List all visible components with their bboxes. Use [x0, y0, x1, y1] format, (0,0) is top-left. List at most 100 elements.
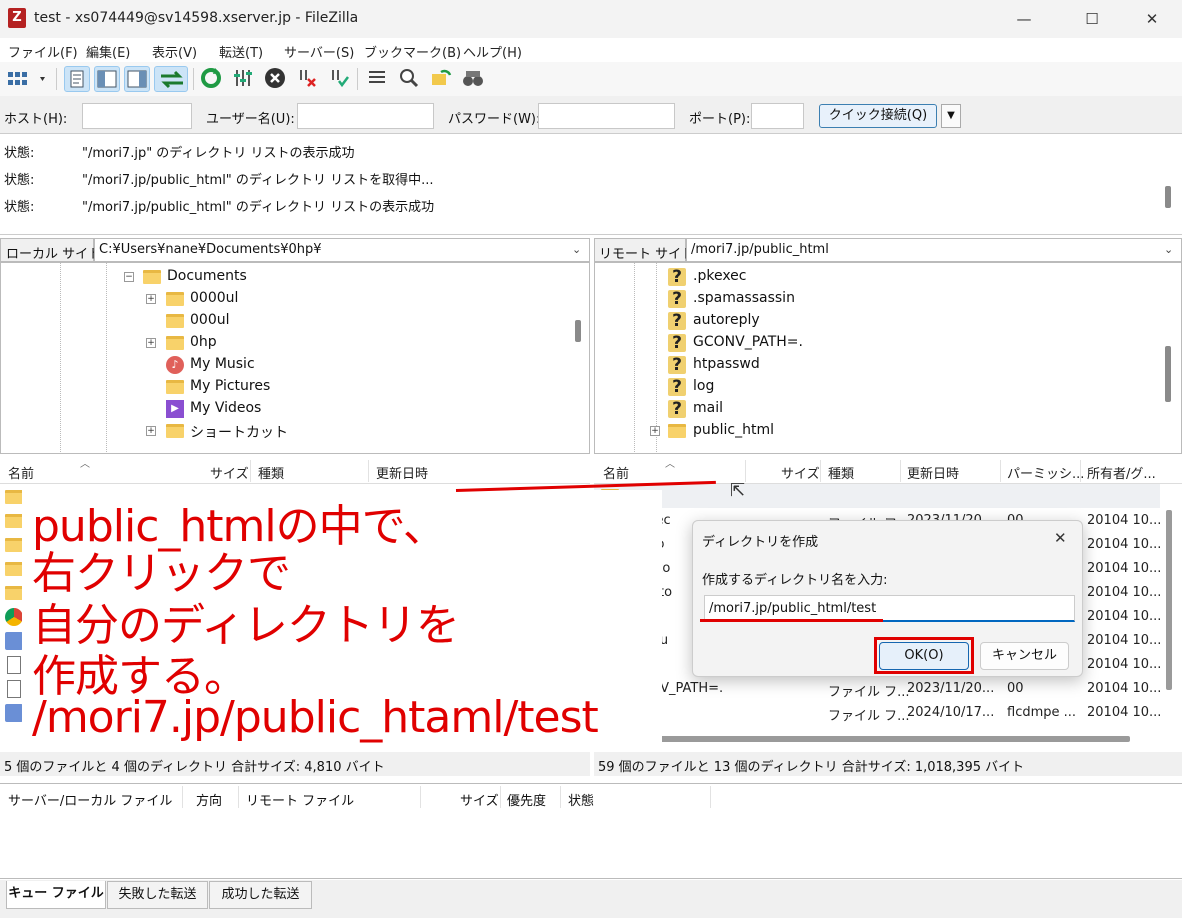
remote-file-owner: 20104 10... — [1087, 609, 1162, 624]
local-tree-item[interactable]: ショートカット — [190, 422, 288, 442]
local-tree-scrollbar[interactable] — [575, 320, 581, 342]
log-message: "/mori7.jp/public_html" のディレクトリ リストの表示成功 — [82, 200, 435, 215]
expand-icon[interactable]: + — [146, 338, 156, 348]
local-path-combobox[interactable]: C:¥Users¥nane¥Documents¥0hp¥ — [94, 238, 590, 262]
search-icon[interactable] — [460, 66, 486, 92]
remote-tree-item[interactable]: .pkexec — [693, 268, 746, 284]
text-file-icon — [7, 680, 21, 698]
transfer-queue-icon[interactable] — [154, 66, 188, 92]
remote-tree-item[interactable]: log — [693, 378, 714, 394]
column-owner[interactable]: 所有者/グ... — [1087, 463, 1156, 482]
remote-tree-item[interactable]: autoreply — [693, 312, 760, 328]
refresh-icon[interactable] — [198, 66, 224, 92]
quickconnect-dropdown-button[interactable]: ▼ — [941, 104, 961, 128]
chevron-down-icon[interactable]: ⌄ — [1164, 243, 1173, 256]
cancel-button[interactable]: キャンセル — [980, 642, 1069, 670]
remote-tree-item[interactable]: .spamassassin — [693, 290, 795, 306]
host-input[interactable] — [82, 103, 192, 129]
tab-queued-files[interactable]: キュー ファイル — [6, 881, 106, 909]
process-queue-icon[interactable] — [230, 66, 256, 92]
chevron-down-icon[interactable]: ⌄ — [572, 243, 581, 256]
chrome-file-icon — [5, 608, 23, 626]
queue-column-remote-file[interactable]: リモート ファイル — [246, 790, 354, 809]
toggle-remote-tree-icon[interactable] — [124, 66, 150, 92]
directory-name-input[interactable]: /mori7.jp/public_html/test — [704, 595, 1075, 622]
local-tree-item[interactable]: My Videos — [190, 400, 261, 416]
column-type[interactable]: 種類 — [828, 463, 854, 482]
remote-tree-scrollbar[interactable] — [1165, 346, 1171, 402]
menu-transfer[interactable]: 転送(T) — [219, 42, 263, 61]
disconnect-icon[interactable] — [294, 66, 320, 92]
expand-icon[interactable]: + — [146, 426, 156, 436]
remote-file-owner: 20104 10... — [1087, 561, 1162, 576]
tab-successful-transfers[interactable]: 成功した転送 — [209, 881, 312, 909]
menu-server[interactable]: サーバー(S) — [284, 42, 354, 61]
column-size[interactable]: サイズ — [781, 463, 820, 482]
remote-list-scrollbar[interactable] — [1166, 510, 1172, 690]
menu-file[interactable]: ファイル(F) — [8, 42, 78, 61]
column-modified[interactable]: 更新日時 — [907, 463, 959, 482]
column-permissions[interactable]: パーミッシ... — [1007, 463, 1084, 482]
annotation-line: /mori7.jp/public_htaml/test — [32, 692, 599, 743]
dialog-close-icon[interactable]: ✕ — [1054, 529, 1067, 547]
collapse-icon[interactable]: − — [124, 272, 134, 282]
port-input[interactable] — [751, 103, 804, 129]
minimize-button[interactable]: — — [1001, 0, 1047, 38]
queue-column-size[interactable]: サイズ — [460, 790, 499, 809]
remote-list-hscrollbar[interactable] — [600, 736, 1130, 742]
log-message: "/mori7.jp/public_html" のディレクトリ リストを取得中.… — [82, 173, 434, 188]
queue-column-local-file[interactable]: サーバー/ローカル ファイル — [8, 790, 172, 809]
remote-tree-item[interactable]: htpasswd — [693, 356, 760, 372]
local-tree-item[interactable]: Documents — [167, 268, 247, 284]
close-window-button[interactable]: ✕ — [1129, 0, 1175, 38]
column-modified[interactable]: 更新日時 — [376, 463, 428, 482]
site-manager-icon[interactable] — [4, 66, 50, 92]
toggle-local-tree-icon[interactable] — [94, 66, 120, 92]
menu-view[interactable]: 表示(V) — [152, 42, 197, 61]
menu-help[interactable]: ヘルプ(H) — [463, 42, 522, 61]
column-separator — [500, 786, 501, 808]
tab-failed-transfers[interactable]: 失敗した転送 — [107, 881, 208, 909]
remote-path-combobox[interactable]: /mori7.jp/public_html — [686, 238, 1182, 262]
compare-icon[interactable] — [396, 66, 422, 92]
queue-column-status[interactable]: 状態 — [568, 790, 594, 809]
remote-file-owner: 20104 10... — [1087, 585, 1162, 600]
local-tree-item[interactable]: 0000ul — [190, 290, 238, 306]
quickconnect-button[interactable]: クイック接続(Q) — [819, 104, 937, 128]
expand-icon[interactable]: + — [650, 426, 660, 436]
remote-tree-item[interactable]: public_html — [693, 422, 774, 438]
local-tree-item[interactable]: My Pictures — [190, 378, 270, 394]
column-name[interactable]: 名前 — [8, 463, 34, 482]
local-tree-item[interactable]: My Music — [190, 356, 255, 372]
username-input[interactable] — [297, 103, 434, 129]
queue-column-priority[interactable]: 優先度 — [507, 790, 546, 809]
dialog-title: ディレクトリを作成 — [702, 535, 819, 550]
queue-column-direction[interactable]: 方向 — [196, 790, 222, 809]
column-size[interactable]: サイズ — [210, 463, 249, 482]
log-scrollbar[interactable] — [1165, 186, 1171, 208]
menu-bookmarks[interactable]: ブックマーク(B) — [364, 42, 461, 61]
password-input[interactable] — [538, 103, 675, 129]
parent-directory-row[interactable] — [594, 484, 1160, 508]
filezilla-app-icon: Z — [8, 8, 26, 28]
sync-browse-icon[interactable] — [428, 66, 454, 92]
cancel-icon[interactable] — [262, 66, 288, 92]
maximize-button[interactable]: ☐ — [1069, 0, 1115, 38]
remote-file-owner: 20104 10... — [1087, 537, 1162, 552]
local-tree-item[interactable]: 000ul — [190, 312, 229, 328]
menu-edit[interactable]: 編集(E) — [86, 42, 130, 61]
expand-icon[interactable]: + — [146, 294, 156, 304]
folder-icon — [166, 336, 184, 350]
folder-icon — [5, 514, 23, 528]
remote-tree-item[interactable]: mail — [693, 400, 723, 416]
column-name[interactable]: 名前 — [603, 463, 629, 482]
directory-listing-filter-icon[interactable] — [364, 66, 390, 92]
column-type[interactable]: 種類 — [258, 463, 284, 482]
username-label: ユーザー名(U): — [206, 112, 295, 127]
column-separator — [900, 460, 901, 482]
toggle-log-icon[interactable] — [64, 66, 90, 92]
reconnect-icon[interactable] — [326, 66, 352, 92]
local-status-text: 5 個のファイルと 4 個のディレクトリ 合計サイズ: 4,810 バイト — [4, 760, 385, 775]
local-tree-item[interactable]: 0hp — [190, 334, 217, 350]
remote-tree-item[interactable]: GCONV_PATH=. — [693, 334, 803, 350]
